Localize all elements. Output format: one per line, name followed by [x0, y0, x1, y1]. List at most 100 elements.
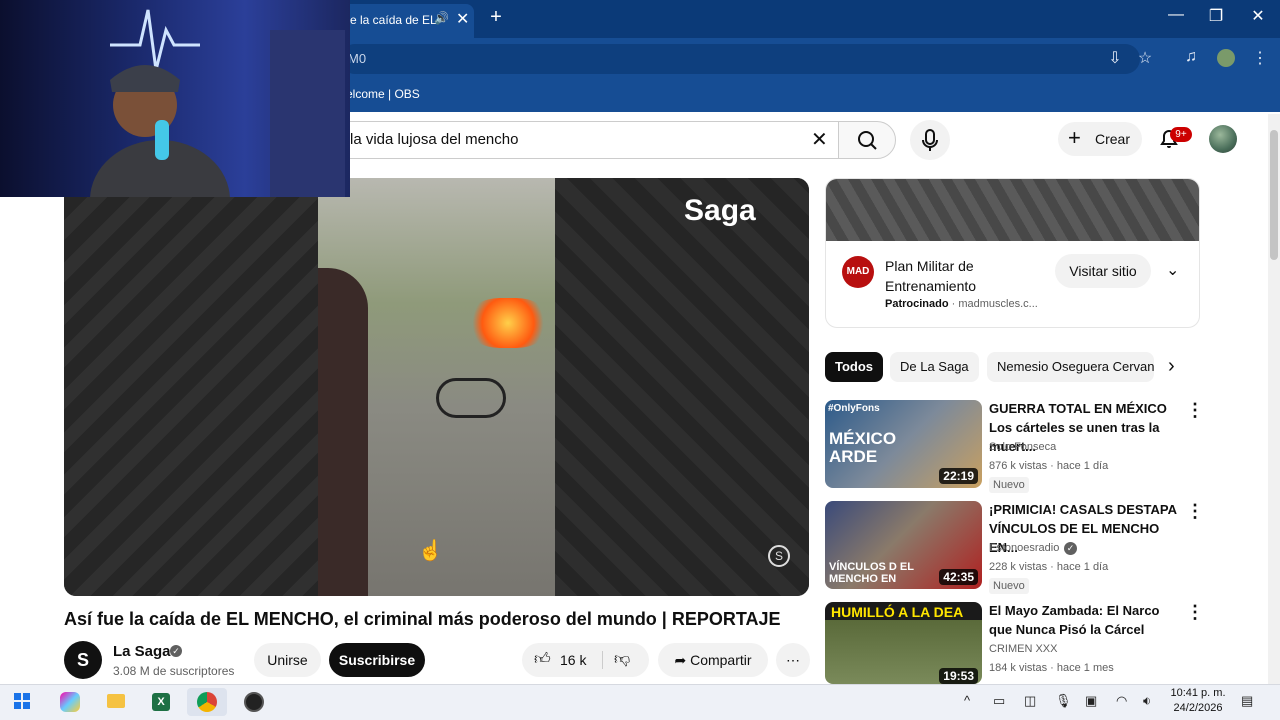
kebab-menu-icon[interactable]: ⋮ [1186, 400, 1204, 421]
mic-icon [922, 129, 938, 151]
restore-button[interactable]: ❐ [1204, 6, 1228, 26]
notification-badge: 9+ [1170, 127, 1192, 142]
account-avatar[interactable] [1209, 125, 1237, 153]
thumb-tag: #OnlyFons [828, 403, 880, 414]
search-query: la vida lujosa del mencho [350, 131, 519, 148]
ad-logo: MAD [842, 256, 874, 288]
tray-sync-icon[interactable]: ◫ [1024, 693, 1036, 709]
create-button[interactable]: + Crear [1058, 122, 1142, 156]
minimize-button[interactable]: — [1164, 6, 1188, 24]
webcam-scene [90, 9, 345, 197]
video-title: Así fue la caída de EL MENCHO, el crimin… [64, 609, 781, 629]
clear-search-icon[interactable]: ✕ [811, 127, 828, 152]
kebab-menu-icon[interactable]: ⋮ [1186, 501, 1204, 522]
thumb-text: MÉXICO ARDE [829, 429, 897, 466]
new-tab-button[interactable]: + [486, 6, 506, 29]
related-channel[interactable]: CRIMEN XXX [989, 643, 1057, 655]
profile-avatar[interactable] [1217, 49, 1235, 67]
create-label: Crear [1095, 131, 1131, 147]
chrome-menu-icon[interactable]: ⋮ [1249, 48, 1271, 68]
windows-start-icon[interactable] [14, 693, 30, 714]
browser-tab-active[interactable]: e la caída de EL 🔊 ✕ [340, 4, 474, 38]
install-app-icon[interactable]: ⇩ [1104, 48, 1126, 68]
obs-icon[interactable] [234, 688, 274, 716]
subscribe-button[interactable]: Suscribirse [329, 643, 425, 677]
wifi-icon[interactable]: ◠ [1116, 693, 1127, 709]
media-control-icon[interactable]: ♫ [1180, 48, 1202, 66]
tab-close-icon[interactable]: ✕ [456, 9, 469, 29]
cursor-icon: ☝ [418, 540, 443, 562]
related-thumbnail[interactable]: VÍNCULOS D EL MENCHO EN 42:35 [825, 501, 982, 589]
tray-mic-icon[interactable]: 🎙︎ [1055, 693, 1072, 709]
new-badge: Nuevo [989, 477, 1029, 493]
subscriber-count: 3.08 M de suscriptores [113, 664, 235, 678]
related-title[interactable]: El Mayo Zambada: El Narco que Nunca Pisó… [989, 601, 1181, 639]
tray-app-icon[interactable]: ▭ [993, 693, 1005, 709]
like-dislike-group[interactable]: 👍︎ 16 k 👎︎ [522, 643, 649, 677]
visit-site-button[interactable]: Visitar sitio [1055, 254, 1151, 288]
clock-date: 24/2/2026 [1173, 702, 1223, 714]
kebab-menu-icon[interactable]: ⋮ [1186, 602, 1204, 623]
thumb-text: HUMILLÓ A LA DEA [831, 604, 964, 620]
chrome-taskbar-icon[interactable] [187, 688, 227, 716]
duration-badge: 42:35 [939, 569, 978, 585]
related-meta: 228 k vistas · hace 1 día [989, 561, 1109, 573]
taskbar-clock[interactable]: 10:41 p. m. 24/2/2026 [1170, 686, 1226, 716]
voice-search-button[interactable] [910, 120, 950, 160]
chip-all[interactable]: Todos [825, 352, 884, 382]
channel-watermark-icon[interactable]: S [768, 545, 790, 567]
chevron-up-icon[interactable]: ^ [964, 693, 970, 708]
chip-nemesio[interactable]: Nemesio Oseguera Cervantes [987, 352, 1154, 382]
volume-icon[interactable]: 🔉︎ [1143, 693, 1151, 709]
thumbs-down-icon[interactable]: 👎︎ [614, 643, 630, 677]
search-button[interactable] [838, 121, 896, 159]
related-channel[interactable]: Estonoesradio [989, 542, 1059, 554]
share-label: Compartir [690, 652, 752, 668]
notification-center-icon[interactable]: ▤ [1241, 693, 1253, 709]
more-actions-button[interactable]: ⋯ [776, 643, 810, 677]
related-meta: 876 k vistas · hace 1 día [989, 460, 1109, 472]
excel-icon[interactable]: X [141, 688, 181, 716]
address-bar[interactable]: M0 [340, 44, 1140, 74]
channel-avatar[interactable]: S [64, 641, 102, 679]
verified-icon: ✓ [1064, 542, 1077, 555]
thumbs-up-icon[interactable]: 👍︎ [534, 643, 551, 677]
close-window-button[interactable]: ✕ [1246, 6, 1270, 26]
tray-display-icon[interactable]: ▣ [1085, 693, 1097, 709]
related-thumbnail[interactable]: HUMILLÓ A LA DEA 19:53 [825, 602, 982, 684]
clock-time: 10:41 p. m. [1170, 687, 1226, 699]
chevron-down-icon[interactable]: ⌄ [1166, 260, 1179, 280]
sponsored-label: Patrocinado [885, 298, 949, 310]
video-frame-center [318, 178, 555, 596]
video-frame-left [64, 178, 318, 596]
channel-name[interactable]: La Saga [113, 643, 171, 660]
verified-icon: ✓ [170, 645, 182, 657]
chip-de-la-saga[interactable]: De La Saga [890, 352, 979, 382]
ad-title[interactable]: Plan Militar de Entrenamiento [885, 256, 1045, 296]
video-frame-right [555, 178, 809, 596]
tab-title: e la caída de EL [350, 13, 437, 27]
bookmark-star-icon[interactable]: ☆ [1134, 48, 1156, 68]
chevron-right-icon[interactable]: › [1168, 355, 1175, 378]
related-meta: 184 k vistas · hace 1 mes [989, 662, 1114, 674]
related-thumbnail[interactable]: #OnlyFons MÉXICO ARDE 22:19 [825, 400, 982, 488]
ad-domain: madmuscles.c... [958, 298, 1038, 310]
divider [602, 651, 603, 669]
speaker-icon[interactable]: 🔊 [434, 11, 449, 25]
plus-icon: + [1068, 125, 1081, 150]
scroll-thumb[interactable] [1270, 130, 1278, 260]
saga-watermark: Saga [684, 194, 756, 227]
search-icon [858, 131, 877, 150]
webcam-overlay [0, 0, 350, 197]
bookmark-obs[interactable]: elcome | OBS [346, 87, 420, 101]
thumb-text: VÍNCULOS D EL MENCHO EN [829, 561, 914, 585]
join-button[interactable]: Unirse [254, 643, 321, 677]
ad-sponsored-line: Patrocinado · madmuscles.c... [885, 298, 1038, 310]
video-player[interactable] [64, 178, 809, 596]
related-channel[interactable]: Solo Fonseca [989, 441, 1056, 453]
file-explorer-icon[interactable] [96, 688, 136, 716]
copilot-icon[interactable] [50, 688, 90, 716]
share-button[interactable]: ➦ Compartir [658, 643, 768, 677]
like-count: 16 k [560, 652, 587, 668]
share-icon: ➦ [674, 652, 691, 668]
